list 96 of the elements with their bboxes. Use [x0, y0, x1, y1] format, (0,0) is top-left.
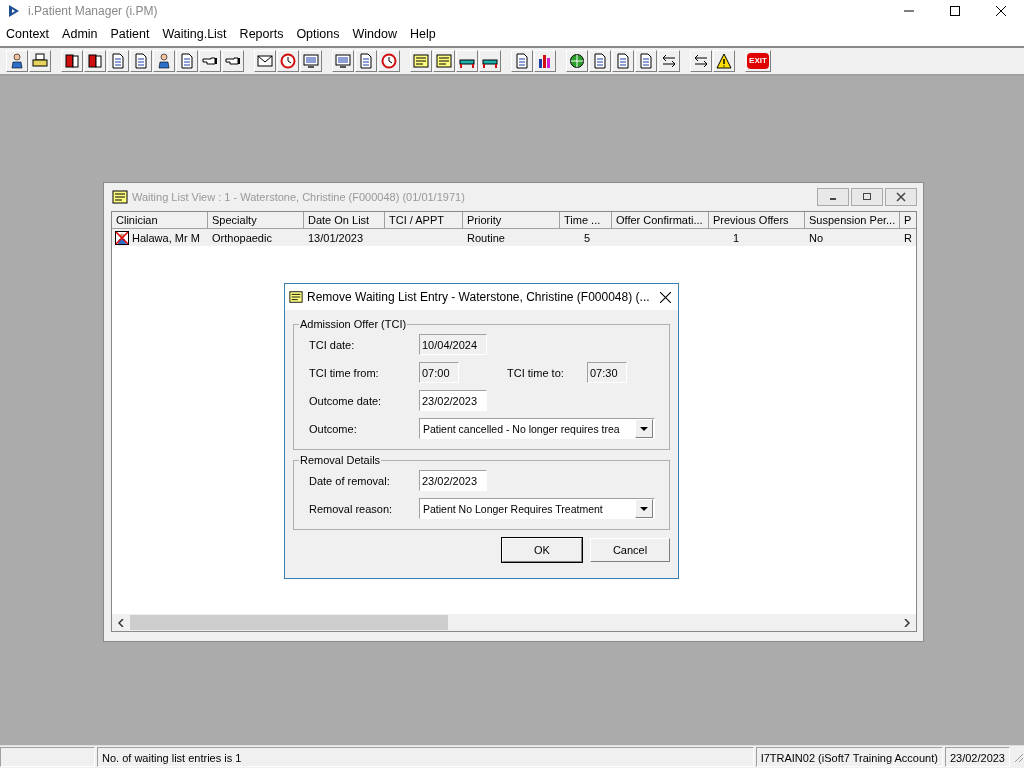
toolbar-button[interactable] — [332, 50, 354, 72]
app-logo-icon — [8, 4, 20, 18]
table-cell: No — [809, 231, 824, 244]
monitor-icon — [335, 53, 351, 69]
toolbar-button[interactable] — [199, 50, 221, 72]
document-icon — [179, 53, 195, 69]
field-label: TCI time to: — [507, 366, 565, 379]
note-icon — [289, 289, 303, 305]
dialog-button[interactable]: OK — [502, 538, 582, 562]
input-field[interactable]: 07:30 — [587, 362, 627, 383]
toolbar-button[interactable] — [61, 50, 83, 72]
toolbar-button[interactable] — [300, 50, 322, 72]
document-icon — [638, 53, 654, 69]
input-field[interactable]: 10/04/2024 — [419, 334, 487, 355]
toolbar-button[interactable] — [222, 50, 244, 72]
table-cell: Routine — [467, 231, 505, 244]
restore-icon — [862, 192, 872, 202]
toolbar-button[interactable] — [456, 50, 478, 72]
dropdown-arrow-icon — [640, 506, 648, 511]
toolbar-button[interactable] — [6, 50, 28, 72]
group-title: Admission Offer (TCI) — [299, 318, 408, 330]
arrows-icon — [661, 53, 677, 69]
book-icon — [64, 53, 80, 69]
menu-item[interactable]: Help — [403, 27, 443, 41]
toolbar-button[interactable] — [534, 50, 556, 72]
menu-item[interactable]: Patient — [104, 27, 157, 41]
toolbar-button[interactable] — [690, 50, 712, 72]
toolbar-button[interactable] — [29, 50, 51, 72]
scroll-left-icon — [118, 618, 124, 627]
dialog-title: Remove Waiting List Entry - Waterstone, Christine (F000048) (... — [307, 290, 650, 304]
document-icon — [110, 53, 126, 69]
toolbar-button[interactable] — [479, 50, 501, 72]
printer-icon — [32, 53, 48, 69]
field-label: TCI time from: — [309, 366, 380, 379]
window-title: Waiting List View : 1 - Waterstone, Christine (F000048) (01/01/1971) — [132, 191, 465, 203]
status-text: No. of waiting list entries is 1 — [97, 747, 754, 767]
toolbar-button[interactable] — [153, 50, 175, 72]
table-cell: R — [904, 231, 912, 244]
arrows-icon — [693, 53, 709, 69]
menu-item[interactable]: Waiting.List — [156, 27, 234, 41]
menu-item[interactable]: Window — [346, 27, 404, 41]
table-cell: 1 — [733, 231, 740, 244]
table-cell: 13/01/2023 — [308, 231, 364, 244]
dialog-button[interactable]: Cancel — [590, 538, 670, 562]
warning-icon — [716, 53, 732, 69]
resize-grip-icon — [1012, 751, 1024, 763]
scrollbar-thumb[interactable] — [130, 615, 448, 630]
menu-item[interactable]: Context — [0, 27, 57, 41]
crossed-person-icon — [115, 230, 129, 245]
menu-item[interactable]: Reports — [233, 27, 291, 41]
toolbar-button[interactable] — [713, 50, 735, 72]
menu-item[interactable]: Options — [290, 27, 347, 41]
scroll-right-icon — [904, 618, 910, 627]
note-icon — [112, 189, 128, 205]
field-label: Date of removal: — [309, 474, 391, 487]
person-icon — [9, 53, 25, 69]
field-label: Outcome: — [309, 422, 358, 435]
table-cell: Halawa, Mr M — [132, 231, 200, 244]
field-label: Outcome date: — [309, 394, 383, 407]
close-icon — [896, 192, 906, 202]
document-icon — [514, 53, 530, 69]
status-text: 23/02/2023 — [944, 747, 1010, 767]
document-icon — [615, 53, 631, 69]
field-label: Removal reason: — [309, 502, 394, 515]
input-field[interactable]: 07:00 — [419, 362, 459, 383]
menu-item[interactable]: Admin — [56, 27, 105, 41]
window-title: i.Patient Manager (i.PM) — [28, 4, 158, 18]
field-label: TCI date: — [309, 338, 356, 351]
status-text: I7TRAIN02 (iSoft7 Training Account) — [755, 747, 943, 767]
document-icon — [592, 53, 608, 69]
document-icon — [358, 53, 374, 69]
input-field[interactable]: 23/02/2023 — [419, 470, 487, 491]
toolbar-button[interactable] — [658, 50, 680, 72]
note-icon — [436, 53, 452, 69]
input-field[interactable]: 23/02/2023 — [419, 390, 487, 411]
close-icon — [660, 291, 672, 303]
table-cell: 5 — [584, 231, 591, 244]
table-cell: Orthopaedic — [212, 231, 272, 244]
bar-chart-icon — [537, 53, 553, 69]
dropdown[interactable]: Patient cancelled - No longer requires trea — [419, 418, 655, 439]
book-icon — [87, 53, 103, 69]
envelope-icon — [257, 53, 273, 69]
close-icon — [996, 6, 1006, 16]
person-icon — [156, 53, 172, 69]
note-icon — [413, 53, 429, 69]
monitor-icon — [303, 53, 319, 69]
maximize-icon — [950, 6, 960, 16]
group-title: Removal Details — [299, 454, 382, 466]
toolbar-button[interactable] — [566, 50, 588, 72]
clock-icon — [381, 53, 397, 69]
clock-icon — [280, 53, 296, 69]
toolbar-button[interactable] — [84, 50, 106, 72]
dropdown[interactable]: Patient No Longer Requires Treatment — [419, 498, 655, 519]
toolbar-button[interactable] — [254, 50, 276, 72]
document-icon — [133, 53, 149, 69]
dropdown-arrow-icon — [640, 426, 648, 431]
